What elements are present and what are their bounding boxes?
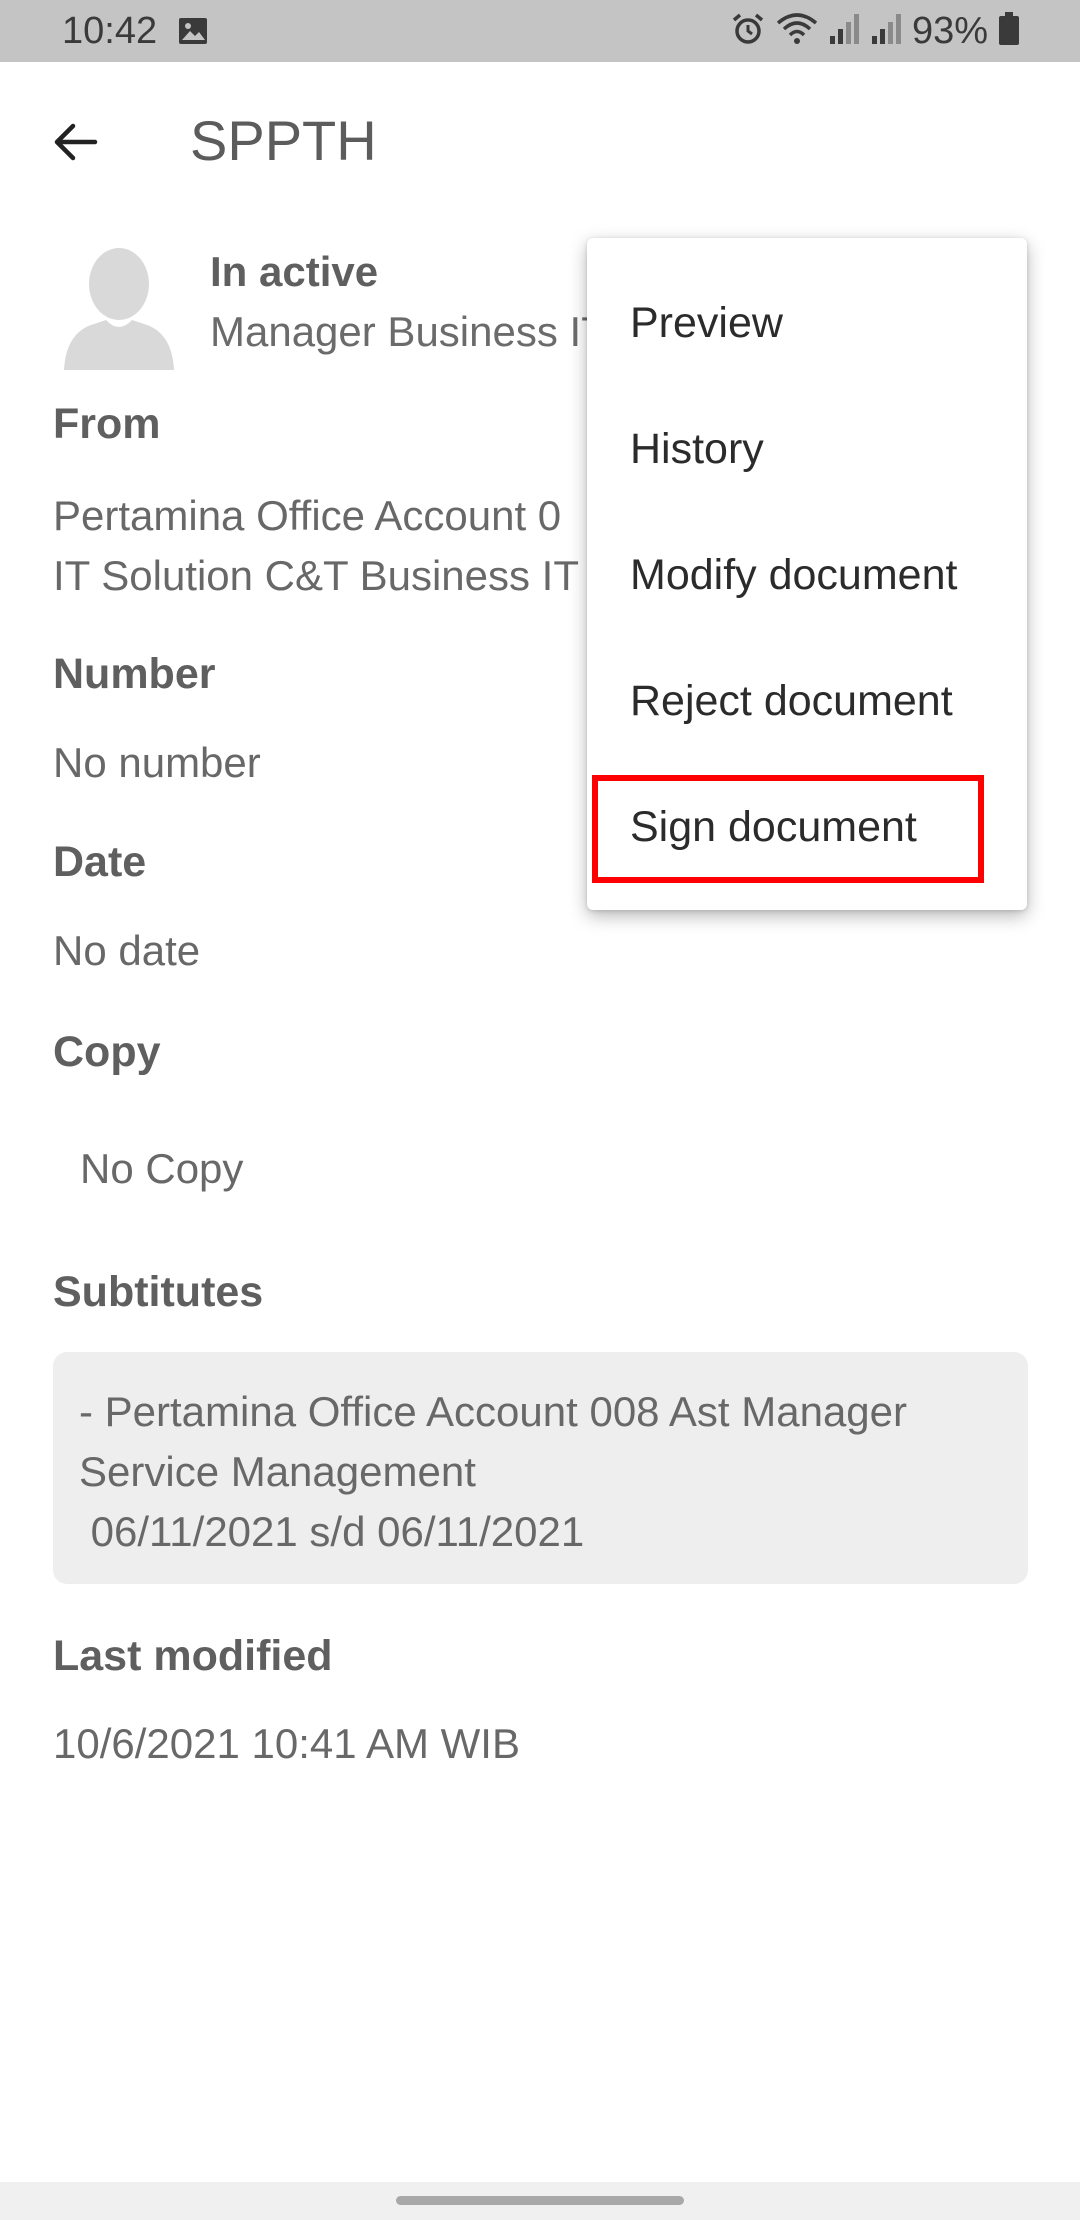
overflow-menu: Preview History Modify document Reject d… — [587, 238, 1027, 910]
from-line: IT Solution C&T Business IT — [53, 552, 580, 599]
signal-icon — [828, 12, 860, 51]
date-value: No date — [53, 927, 201, 974]
battery-percentage: 93% — [911, 9, 988, 52]
sender-role: Manager Business IT — [210, 308, 590, 355]
menu-item-label: History — [630, 424, 764, 473]
menu-item-label: Sign document — [630, 802, 917, 851]
last-modified-value: 10/6/2021 10:41 AM WIB — [53, 1720, 520, 1767]
menu-item-sign-document[interactable]: Sign document — [587, 764, 1027, 890]
substitutes-label: Subtitutes — [53, 1268, 264, 1316]
home-handle[interactable] — [396, 2196, 684, 2205]
status-bar: 10:42 93% — [0, 0, 1080, 62]
avatar — [64, 242, 174, 370]
signal-icon — [870, 12, 902, 51]
last-modified-label: Last modified — [53, 1632, 333, 1680]
sender-status: In active — [210, 248, 379, 295]
alarm-icon — [730, 11, 766, 52]
app-bar: SPPTH — [0, 62, 1080, 212]
gallery-icon — [178, 16, 208, 51]
menu-item-label: Preview — [630, 298, 783, 347]
status-icons: 93% — [730, 8, 1020, 54]
status-time: 10:42 — [62, 10, 158, 52]
from-line: Pertamina Office Account 0 — [53, 492, 562, 539]
number-value: No number — [53, 739, 261, 786]
wifi-icon — [776, 11, 818, 52]
menu-item-preview[interactable]: Preview — [587, 260, 1027, 386]
arrow-back-icon — [54, 123, 98, 161]
substitute-line: 06/11/2021 s/d 06/11/2021 — [79, 1508, 585, 1555]
from-value: Pertamina Office Account 0 IT Solution C… — [53, 486, 593, 606]
menu-item-label: Modify document — [630, 550, 958, 599]
copy-value: No Copy — [80, 1145, 244, 1192]
copy-label: Copy — [53, 1028, 161, 1076]
menu-item-history[interactable]: History — [587, 386, 1027, 512]
date-label: Date — [53, 838, 147, 886]
substitute-line: Service Management — [79, 1448, 476, 1495]
menu-item-modify-document[interactable]: Modify document — [587, 512, 1027, 638]
from-label: From — [53, 400, 161, 448]
substitutes-box: - Pertamina Office Account 008 Ast Manag… — [53, 1352, 1028, 1584]
substitute-line: - Pertamina Office Account 008 Ast Manag… — [79, 1388, 908, 1435]
page-title: SPPTH — [190, 109, 377, 172]
menu-item-reject-document[interactable]: Reject document — [587, 638, 1027, 764]
menu-item-label: Reject document — [630, 676, 953, 725]
battery-icon — [998, 11, 1020, 51]
number-label: Number — [53, 650, 216, 698]
back-button[interactable] — [40, 107, 110, 177]
